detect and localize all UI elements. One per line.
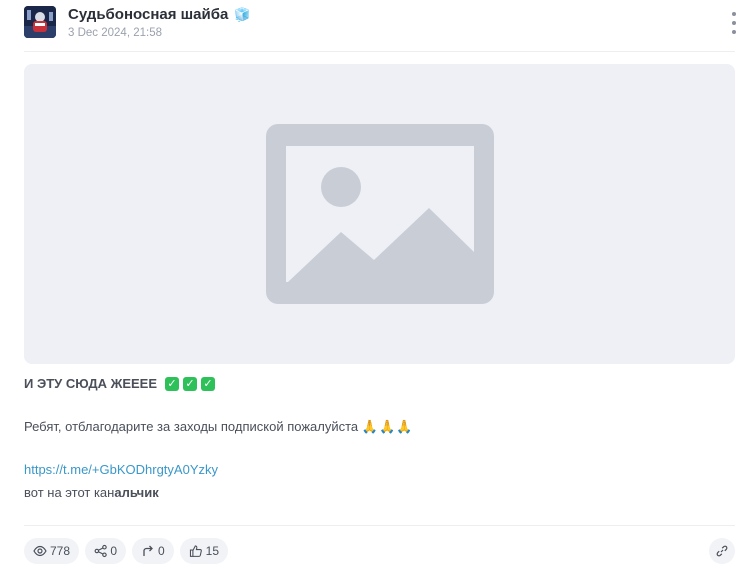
channel-title: Судьбоносная шайба xyxy=(68,6,229,23)
reactions-count: 15 xyxy=(205,544,219,558)
eye-icon xyxy=(33,545,47,557)
post-media[interactable] xyxy=(24,64,735,364)
last-line-text: вот на этот кан xyxy=(24,485,115,500)
link-icon xyxy=(716,545,728,557)
avatar-image xyxy=(24,6,56,38)
shares-count: 0 xyxy=(110,544,117,558)
last-line-bold-text: альчик xyxy=(114,485,159,500)
channel-name[interactable]: Судьбоносная шайба 🧊 xyxy=(68,6,251,23)
thumbs-up-icon xyxy=(189,545,202,557)
invite-link[interactable]: https://t.me/+GbKODhrgtyA0Yzky xyxy=(24,462,218,477)
more-vertical-icon[interactable] xyxy=(724,12,744,34)
post-headline: И ЭТУ СЮДА ЖЕЕЕЕ ✓ ✓ ✓ xyxy=(24,375,216,393)
share-icon xyxy=(94,544,107,558)
check-mark-icon: ✓ xyxy=(183,377,198,391)
check-mark-icon: ✓ xyxy=(201,377,216,391)
views-count: 778 xyxy=(49,544,70,558)
views-counter[interactable]: 778 xyxy=(24,538,79,564)
post-link-line: https://t.me/+GbKODhrgtyA0Yzky xyxy=(24,461,218,479)
praying-hands-icon: 🙏🙏🙏 xyxy=(361,419,414,434)
check-mark-icon: ✓ xyxy=(165,377,180,391)
forwards-count: 0 xyxy=(158,544,165,558)
image-placeholder-icon xyxy=(266,124,494,304)
post-last-line: вот на этот канальчик xyxy=(24,484,159,502)
header-divider xyxy=(24,51,735,52)
reactions-counter[interactable]: 15 xyxy=(180,538,228,564)
body-text: Ребят, отблагодарите за заходы подпиской… xyxy=(24,419,359,434)
ice-cube-icon: 🧊 xyxy=(234,6,251,22)
copy-link-button[interactable] xyxy=(709,538,735,564)
post-body-line: Ребят, отблагодарите за заходы подпиской… xyxy=(24,418,413,436)
forwards-counter[interactable]: 0 xyxy=(132,538,174,564)
post-date: 3 Dec 2024, 21:58 xyxy=(68,27,162,39)
forward-arrow-icon xyxy=(143,545,153,556)
post-card: Судьбоносная шайба 🧊 3 Dec 2024, 21:58 И… xyxy=(0,0,749,572)
shares-counter[interactable]: 0 xyxy=(85,538,126,564)
footer-divider xyxy=(24,525,735,526)
headline-text: И ЭТУ СЮДА ЖЕЕЕЕ xyxy=(24,376,158,391)
channel-avatar[interactable] xyxy=(24,6,56,38)
